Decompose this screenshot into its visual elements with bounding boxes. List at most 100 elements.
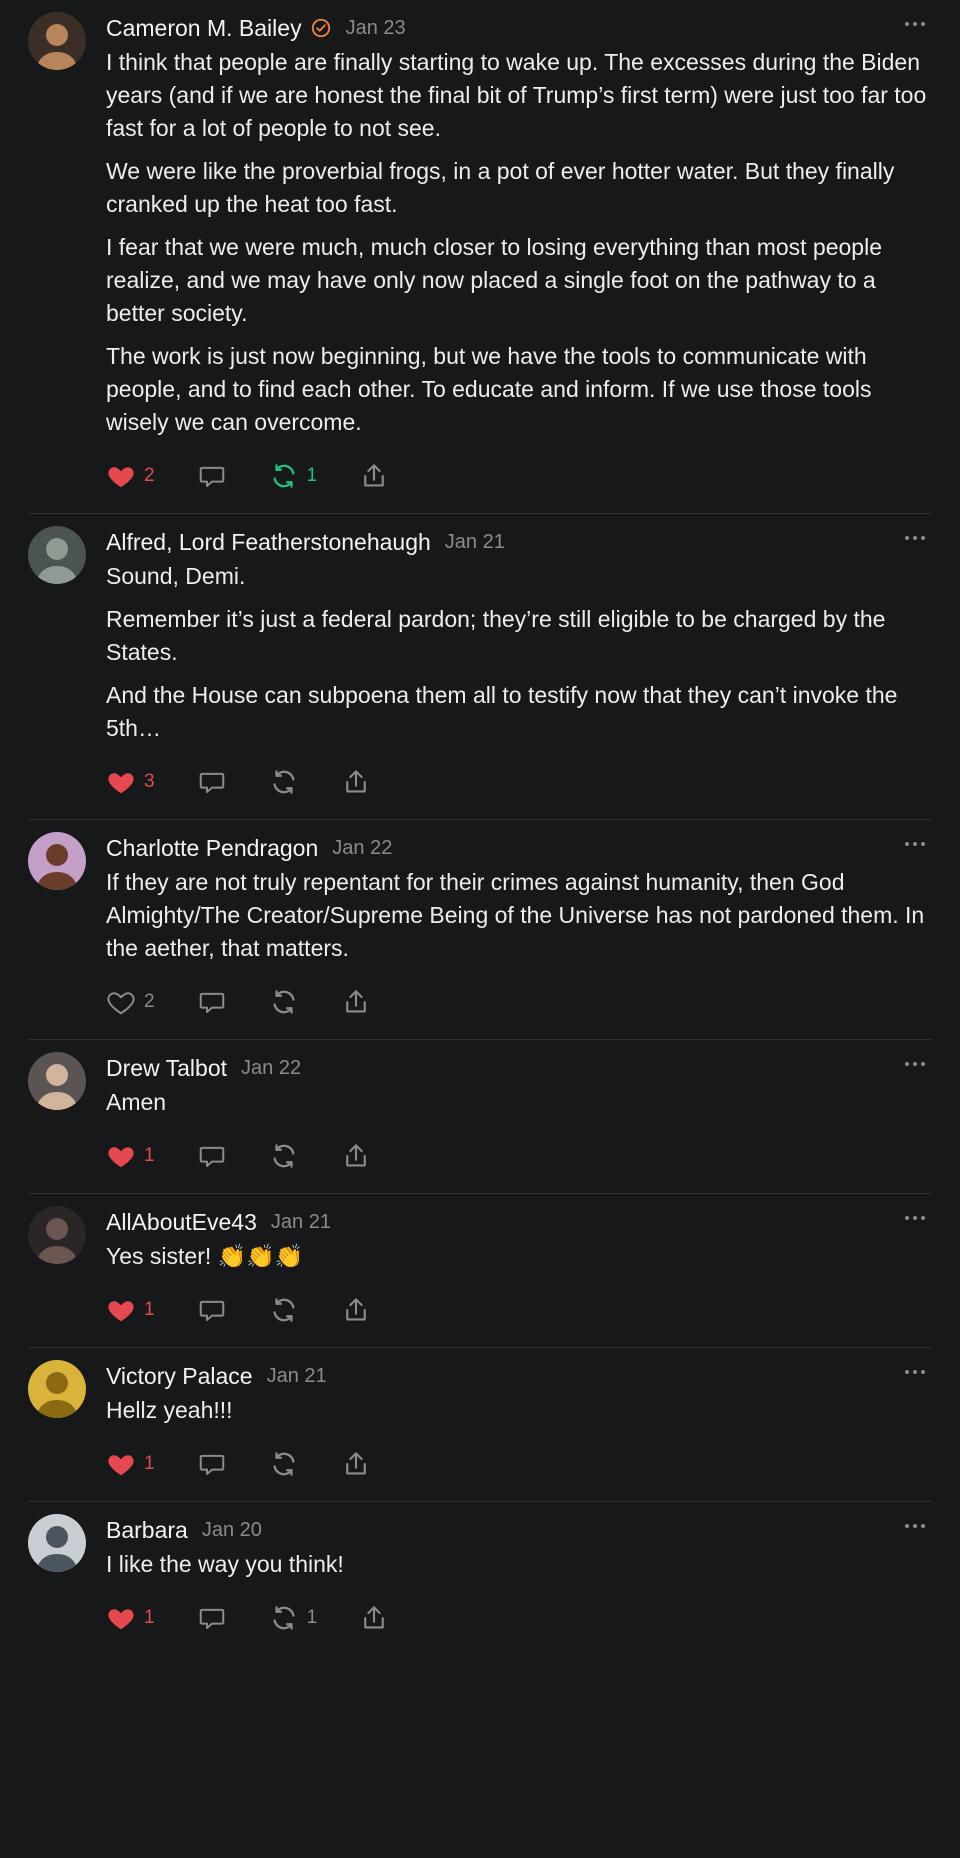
like-button[interactable]: 2 [106,461,155,491]
reply-feed: Cameron M. Bailey Jan 23 I think that peop… [0,0,960,1655]
comment-button[interactable] [197,1295,227,1325]
post-text: The work is just now beginning, but we h… [106,343,872,435]
like-button[interactable]: 1 [106,1603,155,1633]
share-button[interactable] [341,767,371,797]
share-icon [345,1452,366,1475]
share-button[interactable] [359,461,389,491]
more-options-button[interactable] [902,1362,928,1382]
more-options-button[interactable] [902,1516,928,1536]
more-options-icon [905,536,925,540]
more-options-icon [905,1370,925,1374]
post-date[interactable]: Jan 22 [332,837,392,860]
like-count: 1 [144,1607,155,1628]
share-button[interactable] [341,1449,371,1479]
author-name[interactable]: Drew Talbot [106,1055,227,1082]
post-date[interactable]: Jan 22 [241,1057,301,1080]
post-header: Drew Talbot Jan 22 [106,1050,932,1086]
repost-button[interactable] [269,767,299,797]
more-options-icon [905,842,925,846]
author-name[interactable]: Charlotte Pendragon [106,835,318,862]
reply-post: Cameron M. Bailey Jan 23 I think that peop… [28,0,932,514]
like-button[interactable]: 1 [106,1295,155,1325]
repost-count: 1 [306,1607,318,1628]
author-name[interactable]: Cameron M. Bailey [106,15,302,42]
share-icon [345,1298,366,1321]
repost-button[interactable] [269,1141,299,1171]
like-button[interactable]: 1 [106,1141,155,1171]
post-content: AllAboutEve43 Jan 21 Yes sister! 👏👏👏 1 [106,1204,932,1327]
author-name[interactable]: Barbara [106,1517,188,1544]
post-content: Barbara Jan 20 I like the way you think! 1 1 [106,1512,932,1635]
avatar[interactable] [28,1206,86,1264]
repost-button[interactable] [269,1295,299,1325]
comment-button[interactable] [197,1449,227,1479]
more-options-button[interactable] [902,1054,928,1074]
post-content: Victory Palace Jan 21 Hellz yeah!!! 1 [106,1358,932,1481]
comment-icon [199,772,224,793]
more-options-button[interactable] [902,834,928,854]
like-count: 1 [144,1453,155,1474]
comment-button[interactable] [197,767,227,797]
share-button[interactable] [341,1141,371,1171]
heart-icon [108,773,134,794]
heart-icon [108,1147,134,1168]
like-button[interactable]: 3 [106,767,155,797]
more-options-button[interactable] [902,1208,928,1228]
more-options-button[interactable] [902,528,928,548]
avatar[interactable] [28,526,86,584]
post-text: Hellz yeah!!! [106,1397,233,1423]
post-text: Sound, Demi. [106,563,246,589]
comment-button[interactable] [197,461,227,491]
repost-button[interactable]: 1 [269,461,318,491]
repost-button[interactable]: 1 [269,1603,318,1633]
avatar-image [28,832,86,890]
post-actions: 1 [106,1293,932,1327]
comment-button[interactable] [197,1603,227,1633]
share-icon [345,770,366,793]
like-button[interactable]: 2 [106,987,155,1017]
comment-button[interactable] [197,987,227,1017]
avatar[interactable] [28,832,86,890]
reply-post: Victory Palace Jan 21 Hellz yeah!!! 1 [28,1348,932,1502]
post-content: Cameron M. Bailey Jan 23 I think that peop… [106,10,932,493]
post-actions: 11 [106,1601,932,1635]
post-date[interactable]: Jan 20 [202,1519,262,1542]
reply-post: Barbara Jan 20 I like the way you think! 1 1 [28,1502,932,1655]
more-options-button[interactable] [902,14,928,34]
repost-icon [273,464,295,488]
repost-icon [273,990,295,1014]
share-icon [364,464,384,487]
avatar[interactable] [28,1052,86,1110]
heart-icon [108,467,134,488]
repost-count: 1 [306,465,318,486]
comment-button[interactable] [197,1141,227,1171]
repost-icon [273,1298,295,1322]
post-content: Charlotte Pendragon Jan 22 If they are not… [106,830,932,1019]
share-icon [345,990,366,1013]
avatar[interactable] [28,12,86,70]
repost-button[interactable] [269,1449,299,1479]
post-date[interactable]: Jan 21 [271,1211,331,1234]
post-text: I fear that we were much, much closer to… [106,234,883,326]
author-name[interactable]: Victory Palace [106,1363,253,1390]
avatar[interactable] [28,1514,86,1572]
post-date[interactable]: Jan 23 [346,17,406,40]
author-name[interactable]: Alfred, Lord Featherstonehaugh [106,529,431,556]
share-button[interactable] [359,1603,389,1633]
avatar[interactable] [28,1360,86,1418]
comment-icon [199,466,224,487]
post-content: Drew Talbot Jan 22 Amen 1 [106,1050,932,1173]
post-content: Alfred, Lord Featherstonehaugh Jan 21 Soun… [106,524,932,799]
repost-button[interactable] [269,987,299,1017]
post-text: Yes sister! 👏👏👏 [106,1243,304,1269]
author-name[interactable]: AllAboutEve43 [106,1209,257,1236]
post-header: AllAboutEve43 Jan 21 [106,1204,932,1240]
post-date[interactable]: Jan 21 [267,1365,327,1388]
share-button[interactable] [341,1295,371,1325]
post-date[interactable]: Jan 21 [445,531,505,554]
reply-post: AllAboutEve43 Jan 21 Yes sister! 👏👏👏 1 [28,1194,932,1348]
reply-post: Drew Talbot Jan 22 Amen 1 [28,1040,932,1194]
share-button[interactable] [341,987,371,1017]
like-button[interactable]: 1 [106,1449,155,1479]
avatar-image [28,526,86,584]
